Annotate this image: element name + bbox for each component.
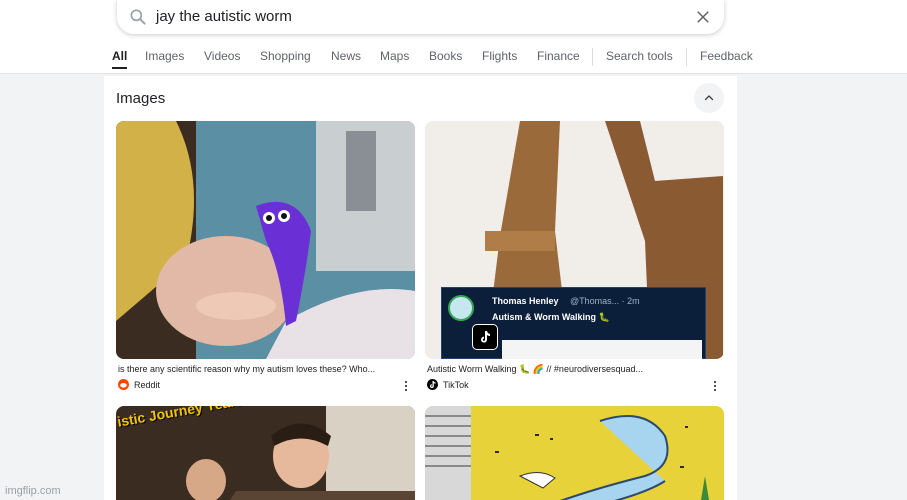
more-options-icon[interactable] <box>710 380 720 392</box>
image-source[interactable]: Reddit <box>118 379 160 390</box>
image-caption[interactable]: is there any scientific reason why my au… <box>118 364 408 374</box>
tab-divider <box>686 48 687 66</box>
watermark: imgflip.com <box>5 485 61 497</box>
tab-feedback[interactable]: Feedback <box>700 49 753 63</box>
source-name: Reddit <box>134 379 161 390</box>
overlay-handle: @Thomas... · 2m <box>570 296 640 306</box>
tab-news[interactable]: News <box>331 49 361 63</box>
chevron-up-icon <box>704 95 714 101</box>
overlay-name: Thomas Henley <box>492 296 559 306</box>
image-thumbnail[interactable] <box>425 406 724 500</box>
top-bar: jay the autistic worm All Images Videos … <box>0 0 907 74</box>
tiktok-overlay: Thomas Henley @Thomas... · 2m Autism & W… <box>441 287 706 359</box>
overlay-text: Autism & Worm Walking 🐛 <box>492 312 610 322</box>
images-panel: Images is there any scientific reason wh… <box>104 76 737 500</box>
collapse-button[interactable] <box>694 83 724 113</box>
tiktok-icon <box>427 379 438 390</box>
tab-images[interactable]: Images <box>145 49 184 63</box>
image-thumbnail[interactable]: istic Journey Years and Beyond <box>116 406 415 500</box>
tab-search-tools[interactable]: Search tools <box>606 49 673 63</box>
image-thumbnail[interactable] <box>116 121 415 359</box>
reddit-icon <box>118 379 129 390</box>
avatar <box>448 295 474 321</box>
tiktok-logo-icon <box>472 324 498 350</box>
image-caption[interactable]: Autistic Worm Walking 🐛 🌈 // #neurodiver… <box>427 364 717 375</box>
tab-finance[interactable]: Finance <box>537 49 580 63</box>
tab-all[interactable]: All <box>112 49 128 69</box>
image-thumbnail[interactable]: Thomas Henley @Thomas... · 2m Autism & W… <box>425 121 724 359</box>
tab-divider <box>592 48 593 66</box>
tab-shopping[interactable]: Shopping <box>260 49 311 63</box>
search-bar[interactable]: jay the autistic worm <box>117 0 724 34</box>
tab-videos[interactable]: Videos <box>204 49 240 63</box>
images-section-title: Images <box>116 90 166 107</box>
more-options-icon[interactable] <box>401 380 411 392</box>
close-icon[interactable] <box>694 8 712 26</box>
tab-books[interactable]: Books <box>429 49 462 63</box>
tab-flights[interactable]: Flights <box>482 49 517 63</box>
tab-maps[interactable]: Maps <box>380 49 409 63</box>
search-input[interactable]: jay the autistic worm <box>156 7 292 27</box>
search-icon[interactable] <box>128 7 148 27</box>
overlay-strip <box>502 340 702 359</box>
image-source[interactable]: TikTok <box>427 379 469 390</box>
source-name: TikTok <box>443 379 469 390</box>
